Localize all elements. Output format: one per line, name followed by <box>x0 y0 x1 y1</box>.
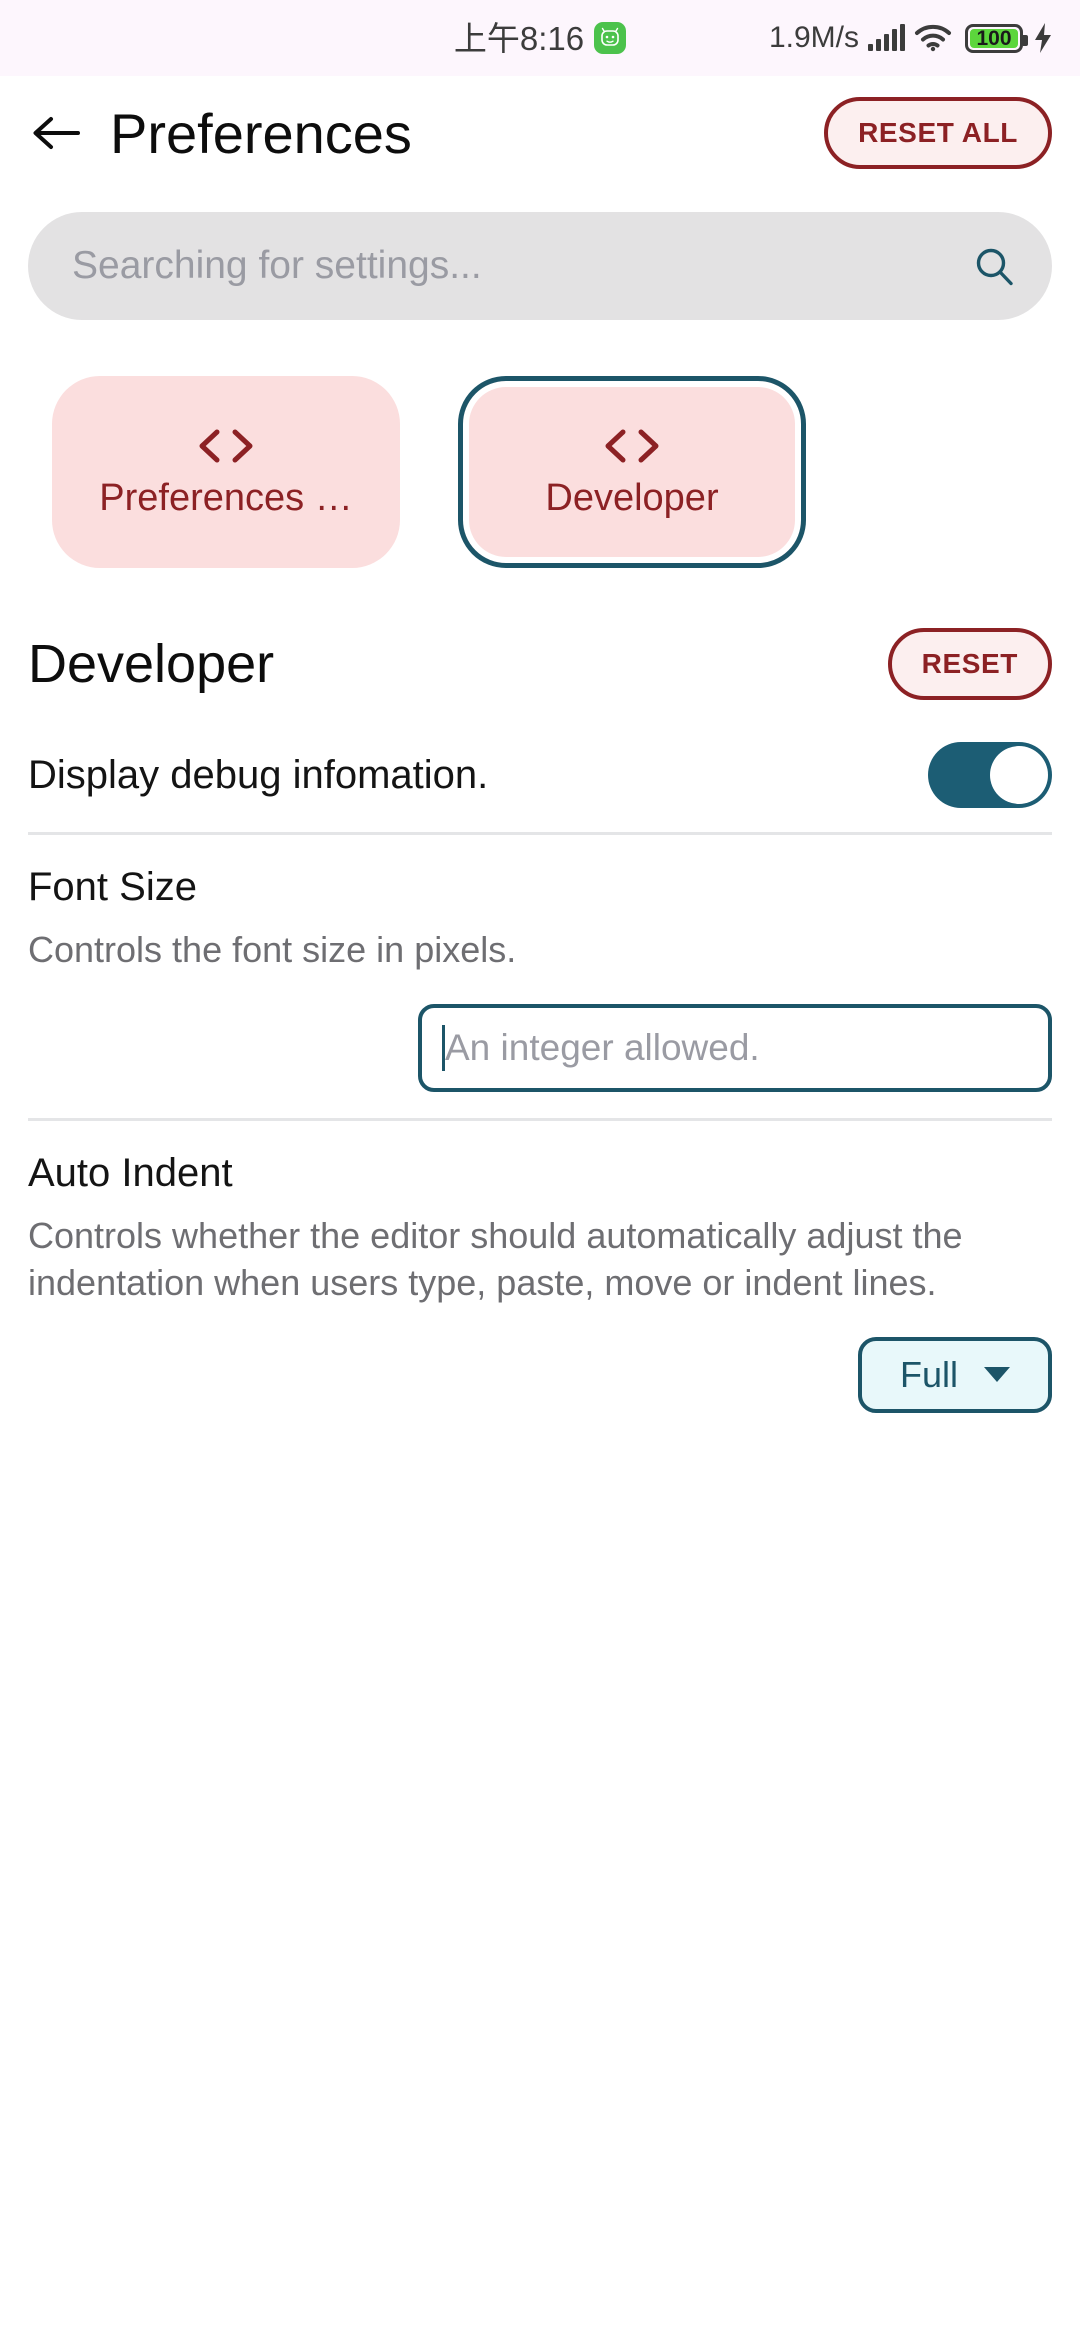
setting-description: Controls the font size in pixels. <box>28 929 517 970</box>
page-title: Preferences <box>110 101 412 165</box>
chip-label: Developer <box>545 477 719 520</box>
toggle-knob <box>990 746 1048 804</box>
chip-preferences[interactable]: Preferences … <box>52 376 400 568</box>
arrow-left-icon <box>33 117 80 149</box>
setting-control: An integer allowed. <box>28 974 1052 1108</box>
chip-label: Preferences … <box>99 477 353 520</box>
settings-content: Developer RESET Display debug infomation… <box>0 568 1080 1439</box>
input-placeholder: An integer allowed. <box>445 1026 760 1068</box>
debug-info-toggle[interactable] <box>928 742 1052 808</box>
setting-title: Auto Indent <box>28 1150 233 1195</box>
status-time: 上午8:16 <box>453 19 585 57</box>
search-bar[interactable] <box>28 212 1052 320</box>
section-title: Developer <box>28 634 275 694</box>
wifi-icon <box>914 24 952 52</box>
setting-row-display-debug: Display debug infomation. <box>28 718 1052 832</box>
search-icon[interactable] <box>972 244 1016 288</box>
reset-section-button[interactable]: RESET <box>887 628 1052 700</box>
code-brackets-icon <box>189 424 263 468</box>
battery-level: 100 <box>976 26 1012 50</box>
status-bar-right: 1.9M/s 100 <box>769 22 1054 54</box>
chip-developer[interactable]: Developer <box>458 376 806 568</box>
category-chips: Preferences … Developer <box>0 320 1080 568</box>
app-header: Preferences RESET ALL <box>0 76 1080 190</box>
setting-title: Font Size <box>28 865 197 909</box>
setting-description: Controls whether the editor should autom… <box>28 1214 963 1304</box>
setting-label: Display debug infomation. <box>28 752 489 797</box>
code-brackets-icon <box>595 424 669 468</box>
battery-icon: 100 <box>965 23 1028 53</box>
dropdown-value: Full <box>899 1353 958 1395</box>
status-bar: 上午8:16 1.9M/s 100 <box>0 0 1080 76</box>
cellular-signal-icon <box>868 24 905 51</box>
search-section <box>0 190 1080 320</box>
app-notification-icon <box>594 22 627 54</box>
search-input[interactable] <box>72 244 972 288</box>
lightning-bolt-icon <box>1032 22 1054 54</box>
setting-row-font-size: Font Size Controls the font size in pixe… <box>28 835 1052 1118</box>
reset-all-button[interactable]: RESET ALL <box>824 97 1052 169</box>
section-header: Developer RESET <box>28 568 1052 718</box>
back-button[interactable] <box>28 105 84 161</box>
chevron-down-icon <box>984 1367 1010 1383</box>
font-size-input[interactable]: An integer allowed. <box>418 1003 1052 1092</box>
setting-row-auto-indent: Auto Indent Controls whether the editor … <box>28 1121 1052 1439</box>
network-speed: 1.9M/s <box>768 21 859 54</box>
auto-indent-dropdown[interactable]: Full <box>858 1336 1052 1413</box>
setting-control: Full <box>28 1307 1052 1429</box>
